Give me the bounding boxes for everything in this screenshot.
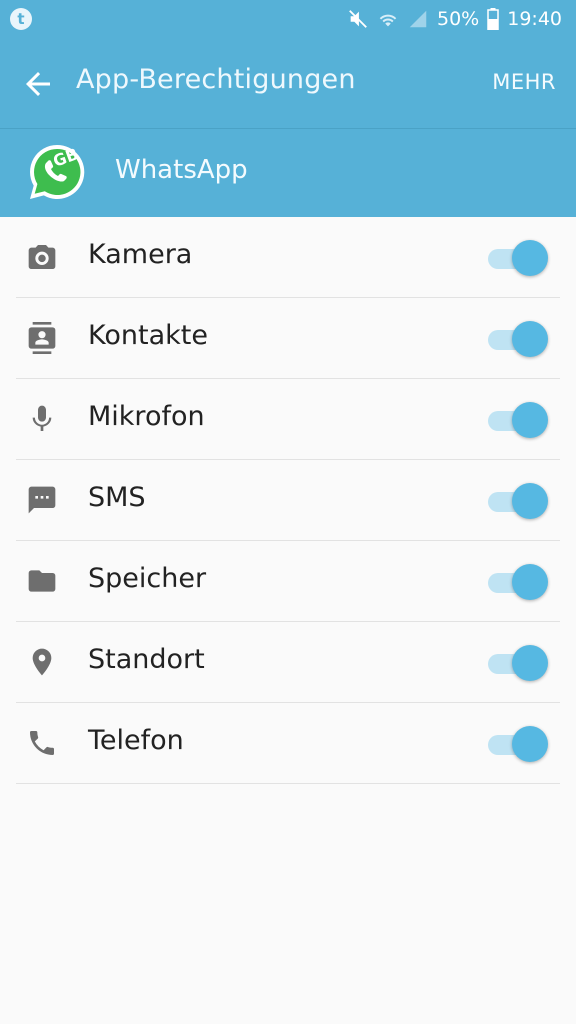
- toggle-knob: [512, 645, 548, 681]
- permission-label: Mikrofon: [88, 401, 205, 432]
- toolbar: App-Berechtigungen MEHR: [0, 38, 576, 129]
- permission-label: Standort: [88, 644, 205, 675]
- app-header: GB WhatsApp: [0, 129, 576, 217]
- speicher-toggle[interactable]: [486, 563, 548, 601]
- kontakte-toggle[interactable]: [486, 320, 548, 358]
- telefon-toggle[interactable]: [486, 725, 548, 763]
- permission-row-mikrofon[interactable]: Mikrofon: [16, 379, 560, 460]
- permission-row-sms[interactable]: SMS: [16, 460, 560, 541]
- more-button[interactable]: MEHR: [492, 70, 556, 94]
- status-bar-right: 50% 19:40: [347, 0, 562, 38]
- kamera-toggle[interactable]: [486, 239, 548, 277]
- permission-label: Telefon: [88, 725, 184, 756]
- toggle-knob: [512, 564, 548, 600]
- sms-toggle[interactable]: [486, 482, 548, 520]
- permission-row-telefon[interactable]: Telefon: [16, 703, 560, 784]
- arrow-back-icon: [26, 72, 50, 96]
- permission-row-standort[interactable]: Standort: [16, 622, 560, 703]
- contacts-icon: [26, 322, 58, 354]
- microphone-icon: [26, 403, 58, 435]
- permission-row-speicher[interactable]: Speicher: [16, 541, 560, 622]
- permission-row-kamera[interactable]: Kamera: [16, 217, 560, 298]
- mute-icon: [347, 8, 369, 30]
- toggle-knob: [512, 726, 548, 762]
- sms-icon: [26, 484, 58, 516]
- clock: 19:40: [507, 8, 562, 30]
- permission-list: Kamera Kontakte Mikrofon SMS Speicher St…: [0, 217, 576, 784]
- app-name: WhatsApp: [115, 155, 248, 185]
- battery-icon: [487, 8, 499, 30]
- standort-toggle[interactable]: [486, 644, 548, 682]
- permission-label: Kamera: [88, 239, 193, 270]
- permission-row-kontakte[interactable]: Kontakte: [16, 298, 560, 379]
- whatsapp-gb-app-icon: GB: [26, 141, 88, 203]
- permission-label: Kontakte: [88, 320, 208, 351]
- mikrofon-toggle[interactable]: [486, 401, 548, 439]
- permission-label: SMS: [88, 482, 146, 513]
- folder-icon: [26, 565, 58, 597]
- camera-icon: [26, 241, 58, 273]
- battery-percent: 50%: [437, 8, 480, 30]
- toggle-knob: [512, 321, 548, 357]
- page-title: App-Berechtigungen: [76, 64, 356, 95]
- back-button[interactable]: [20, 66, 56, 102]
- permission-label: Speicher: [88, 563, 207, 594]
- toggle-knob: [512, 483, 548, 519]
- signal-icon: [407, 8, 429, 30]
- location-icon: [26, 646, 58, 678]
- toggle-knob: [512, 402, 548, 438]
- toggle-knob: [512, 240, 548, 276]
- status-bar: t 50% 19:40: [0, 0, 576, 38]
- tumblr-notification-icon: t: [10, 8, 32, 30]
- wifi-icon: [377, 8, 399, 30]
- phone-icon: [26, 727, 58, 759]
